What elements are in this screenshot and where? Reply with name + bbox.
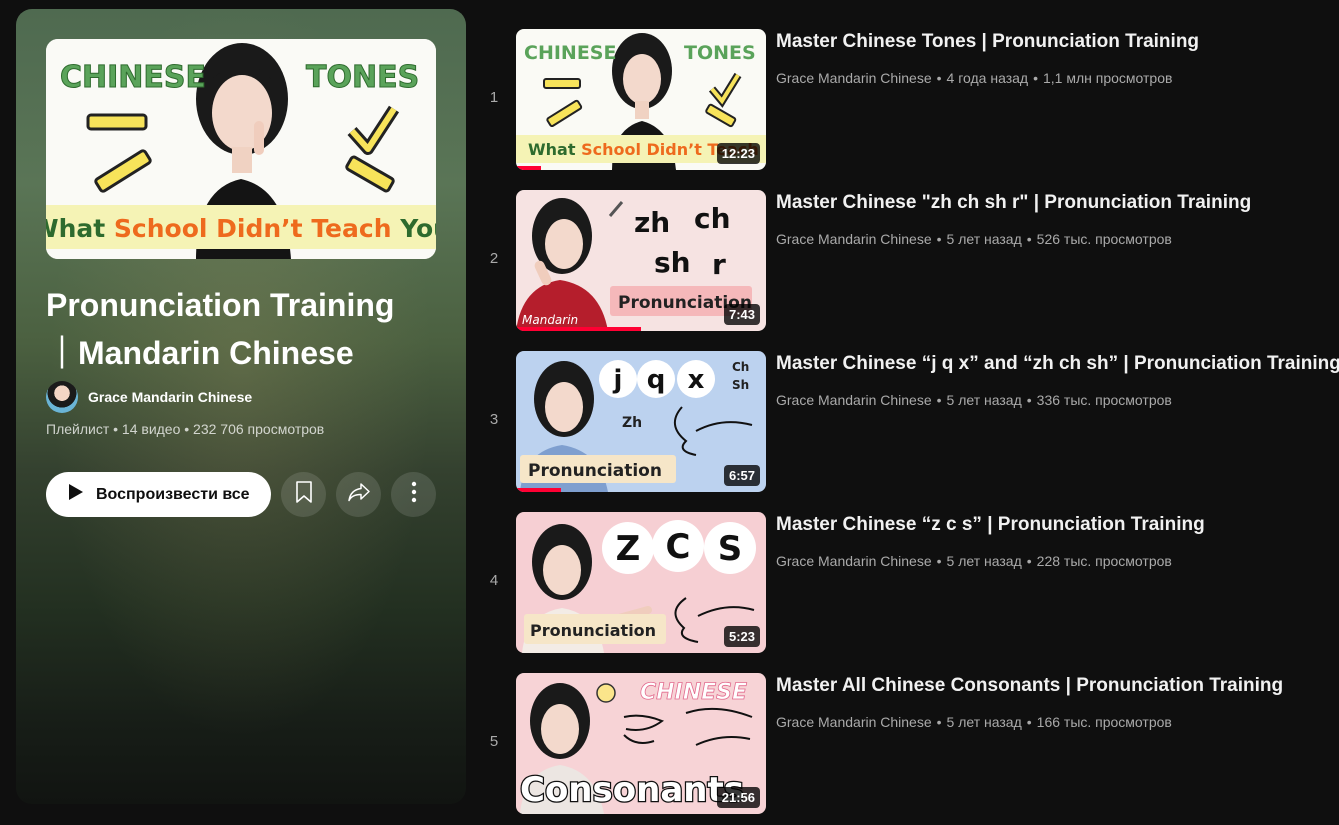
cover-banner-part1: What (46, 214, 114, 243)
video-index: 1 (489, 89, 499, 106)
view-count: 166 тыс. просмотров (1036, 714, 1172, 730)
cover-left-word: CHINESE (60, 60, 206, 95)
channel-name[interactable]: Grace Mandarin Chinese (776, 553, 932, 569)
cover-banner-part2: School Didn’t Teach (114, 214, 392, 243)
more-icon (411, 481, 417, 508)
duration-badge: 5:23 (723, 626, 760, 647)
thumb-text: S (718, 529, 743, 569)
video-thumbnail[interactable]: CHINESE Consonants 21:56 (516, 673, 766, 814)
video-title[interactable]: Master Chinese “z c s” | Pronunciation T… (776, 514, 1205, 536)
thumb-text: ch (694, 202, 731, 235)
playlist-title-line2: ｜Mandarin Chinese (46, 335, 354, 371)
video-meta: Grace Mandarin Chinese • 4 года назад • 1,1 … (776, 70, 1173, 86)
thumb-text: Pronunciation (530, 621, 656, 640)
video-index: 3 (489, 411, 499, 428)
bookmark-icon (294, 481, 314, 508)
video-index: 5 (489, 733, 499, 750)
play-all-label: Воспроизвести все (96, 485, 250, 503)
video-title[interactable]: Master Chinese “j q x” and “zh ch sh” | … (776, 353, 1339, 375)
channel-name[interactable]: Grace Mandarin Chinese (776, 714, 932, 730)
video-meta: Grace Mandarin Chinese • 5 лет назад • 526 т… (776, 231, 1172, 247)
thumb-text: x (688, 365, 705, 395)
thumb-text: CHINESE (640, 680, 747, 705)
video-index: 2 (489, 250, 499, 267)
thumb-text: Sh (732, 378, 749, 392)
upload-age: 4 года назад (946, 70, 1029, 86)
video-thumbnail[interactable]: CHINESE TONES What School Didn’t Teach 1… (516, 29, 766, 170)
duration-badge: 21:56 (716, 787, 760, 808)
playlist-video-list: 1 CHINESE TONES What School Didn’t Teach (476, 29, 1339, 825)
list-item[interactable]: 5 CHINESE Consonants 21:56 Master All Ch… (476, 673, 1339, 825)
list-item[interactable]: 4 Z C S Pronunciation 5:23 Master Chines… (476, 512, 1339, 673)
thumb-text: r (712, 248, 726, 281)
view-count: 228 тыс. просмотров (1036, 553, 1172, 569)
channel-name[interactable]: Grace Mandarin Chinese (776, 70, 932, 86)
list-item[interactable]: 1 CHINESE TONES What School Didn’t Teach (476, 29, 1339, 190)
video-title[interactable]: Master Chinese "zh ch sh r" | Pronunciat… (776, 192, 1251, 214)
thumb-text: Pronunciation (528, 461, 662, 481)
video-index: 4 (489, 572, 499, 589)
thumb-text: TONES (684, 42, 756, 64)
video-thumbnail[interactable]: zh ch sh r Pronunciation Mandarin 7:43 (516, 190, 766, 331)
thumb-text: Zh (622, 415, 642, 431)
playlist-title-line1: Pronunciation Training (46, 287, 395, 323)
thumb-text: Consonants (520, 770, 744, 810)
watch-progress-bar (516, 166, 541, 170)
video-title[interactable]: Master All Chinese Consonants | Pronunci… (776, 675, 1283, 697)
thumb-text: Mandarin (522, 313, 578, 327)
cover-banner-part3: You (392, 214, 437, 243)
duration-badge: 6:57 (723, 465, 760, 486)
thumb-text: C (666, 527, 691, 567)
video-meta: Grace Mandarin Chinese • 5 лет назад • 166 т… (776, 714, 1172, 730)
playlist-actions: Воспроизвести все (46, 472, 436, 517)
watch-progress-bar (516, 327, 641, 331)
thumb-text: Ch (732, 360, 749, 374)
view-count: 336 тыс. просмотров (1036, 392, 1172, 408)
share-icon (347, 482, 371, 507)
more-actions-button[interactable] (391, 472, 436, 517)
upload-age: 5 лет назад (946, 714, 1022, 730)
playlist-stats: Плейлист • 14 видео • 232 706 просмотров (46, 421, 325, 437)
duration-badge: 12:23 (716, 143, 760, 164)
playlist-title: Pronunciation Training ｜Mandarin Chinese (46, 281, 436, 377)
thumb-text: q (647, 365, 666, 395)
list-item[interactable]: 2 zh ch sh r Pronunciation Mandarin 7:43… (476, 190, 1339, 351)
video-thumbnail[interactable]: j q x Ch Sh Zh Pronunciation 6:57 (516, 351, 766, 492)
play-icon (66, 483, 84, 506)
owner-name[interactable]: Grace Mandarin Chinese (88, 389, 252, 405)
upload-age: 5 лет назад (946, 231, 1022, 247)
video-thumbnail[interactable]: Z C S Pronunciation 5:23 (516, 512, 766, 653)
share-button[interactable] (336, 472, 381, 517)
video-meta: Grace Mandarin Chinese • 5 лет назад • 228 т… (776, 553, 1172, 569)
playlist-header-panel: CHINESE TONES What School Didn’t Teach Y… (16, 9, 466, 804)
thumb-text: j (613, 365, 623, 395)
save-playlist-button[interactable] (281, 472, 326, 517)
watch-progress-bar (516, 488, 561, 492)
video-meta: Grace Mandarin Chinese • 5 лет назад • 336 т… (776, 392, 1172, 408)
upload-age: 5 лет назад (946, 392, 1022, 408)
cover-right-word: TONES (306, 60, 419, 95)
thumb-text: zh (634, 206, 670, 239)
play-all-button[interactable]: Воспроизвести все (46, 472, 271, 517)
thumb-text: CHINESE (524, 42, 616, 64)
playlist-cover-thumbnail[interactable]: CHINESE TONES What School Didn’t Teach Y… (46, 39, 436, 259)
avatar[interactable] (46, 381, 78, 413)
channel-name[interactable]: Grace Mandarin Chinese (776, 392, 932, 408)
thumb-text: Z (616, 529, 641, 569)
thumb-text: What (528, 140, 581, 159)
svg-text:What School Didn’t Teach You: What School Didn’t Teach You (46, 214, 436, 243)
duration-badge: 7:43 (723, 304, 760, 325)
video-title[interactable]: Master Chinese Tones | Pronunciation Tra… (776, 31, 1199, 53)
view-count: 1,1 млн просмотров (1043, 70, 1173, 86)
upload-age: 5 лет назад (946, 553, 1022, 569)
playlist-owner[interactable]: Grace Mandarin Chinese (46, 381, 252, 413)
list-item[interactable]: 3 j q x Ch Sh Zh Pronunciation 6:57 Mast… (476, 351, 1339, 512)
channel-name[interactable]: Grace Mandarin Chinese (776, 231, 932, 247)
thumb-text: sh (654, 246, 691, 279)
view-count: 526 тыс. просмотров (1036, 231, 1172, 247)
